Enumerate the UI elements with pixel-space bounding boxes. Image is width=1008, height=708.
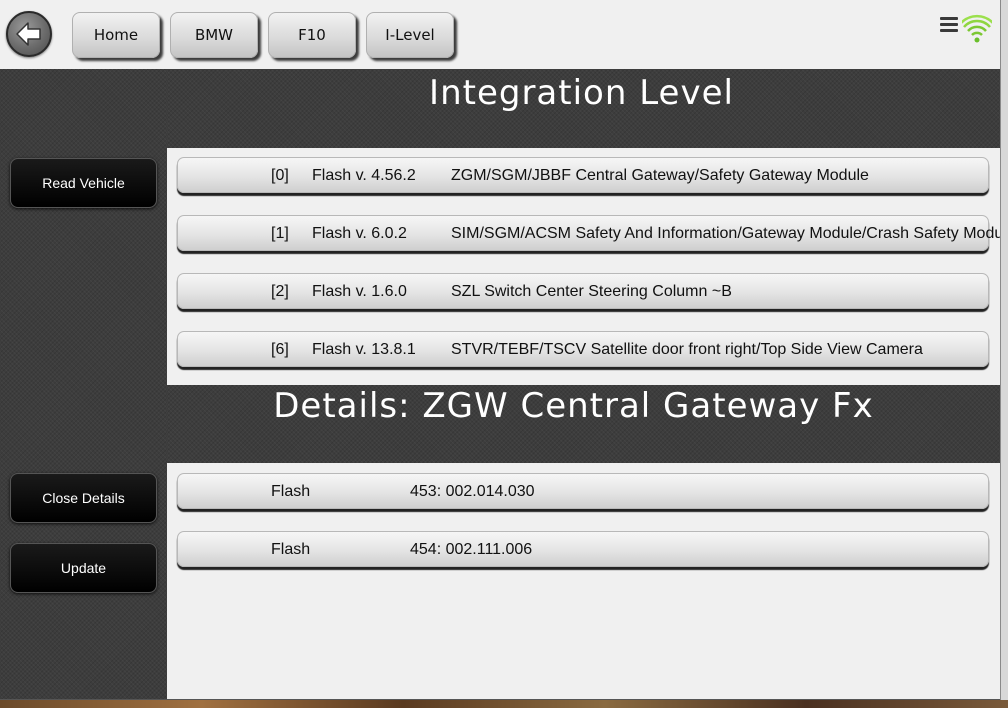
detail-value: 454: 002.111.006	[410, 541, 533, 558]
module-flash-version: Flash v. 6.0.2	[312, 225, 407, 242]
module-index: [1]	[271, 225, 289, 242]
back-arrow-icon	[16, 22, 41, 46]
module-index: [0]	[271, 167, 289, 184]
module-index: [6]	[271, 341, 289, 358]
update-button[interactable]: Update	[10, 543, 157, 593]
back-button[interactable]	[6, 11, 52, 57]
detail-label: Flash	[271, 483, 311, 500]
nav-home-button[interactable]: Home	[72, 12, 160, 58]
detail-row[interactable]: Flash 454: 002.111.006	[177, 531, 989, 567]
module-list: [0] Flash v. 4.56.2 ZGM/SGM/JBBF Central…	[167, 148, 1008, 385]
details-title: Details: ZGW Central Gateway Fx	[273, 386, 874, 426]
module-row[interactable]: [0] Flash v. 4.56.2 ZGM/SGM/JBBF Central…	[177, 157, 989, 193]
top-bar: Home BMW F10 I-Level	[0, 0, 1008, 69]
detail-label: Flash	[271, 541, 311, 558]
integration-level-title: Integration Level	[429, 73, 734, 113]
details-header: Details: ZGW Central Gateway Fx	[167, 385, 1000, 463]
window-right-edge	[1000, 0, 1008, 708]
read-vehicle-button[interactable]: Read Vehicle	[10, 158, 157, 208]
module-flash-version: Flash v. 4.56.2	[312, 167, 416, 184]
module-description: SIM/SGM/ACSM Safety And Information/Gate…	[451, 225, 1008, 242]
wifi-signal-icon	[962, 14, 992, 43]
desktop-background-strip	[0, 700, 1008, 708]
menu-icon[interactable]	[940, 17, 958, 35]
close-details-button[interactable]: Close Details	[10, 473, 157, 523]
module-description: STVR/TEBF/TSCV Satellite door front righ…	[451, 341, 923, 358]
module-flash-version: Flash v. 1.6.0	[312, 283, 407, 300]
module-description: ZGM/SGM/JBBF Central Gateway/Safety Gate…	[451, 167, 869, 184]
sidebar: Read Vehicle Close Details Update	[0, 69, 167, 700]
nav-bmw-button[interactable]: BMW	[170, 12, 258, 58]
nav-ilevel-button[interactable]: I-Level	[366, 12, 454, 58]
module-description: SZL Switch Center Steering Column ~B	[451, 283, 732, 300]
module-row[interactable]: [2] Flash v. 1.6.0 SZL Switch Center Ste…	[177, 273, 989, 309]
nav-f10-button[interactable]: F10	[268, 12, 356, 58]
module-index: [2]	[271, 283, 289, 300]
module-row[interactable]: [6] Flash v. 13.8.1 STVR/TEBF/TSCV Satel…	[177, 331, 989, 367]
detail-value: 453: 002.014.030	[410, 483, 535, 500]
integration-level-header: Integration Level	[167, 69, 1000, 148]
detail-row[interactable]: Flash 453: 002.014.030	[177, 473, 989, 509]
details-list: Flash 453: 002.014.030 Flash 454: 002.11…	[167, 463, 1000, 700]
module-row[interactable]: [1] Flash v. 6.0.2 SIM/SGM/ACSM Safety A…	[177, 215, 1008, 251]
module-flash-version: Flash v. 13.8.1	[312, 341, 416, 358]
